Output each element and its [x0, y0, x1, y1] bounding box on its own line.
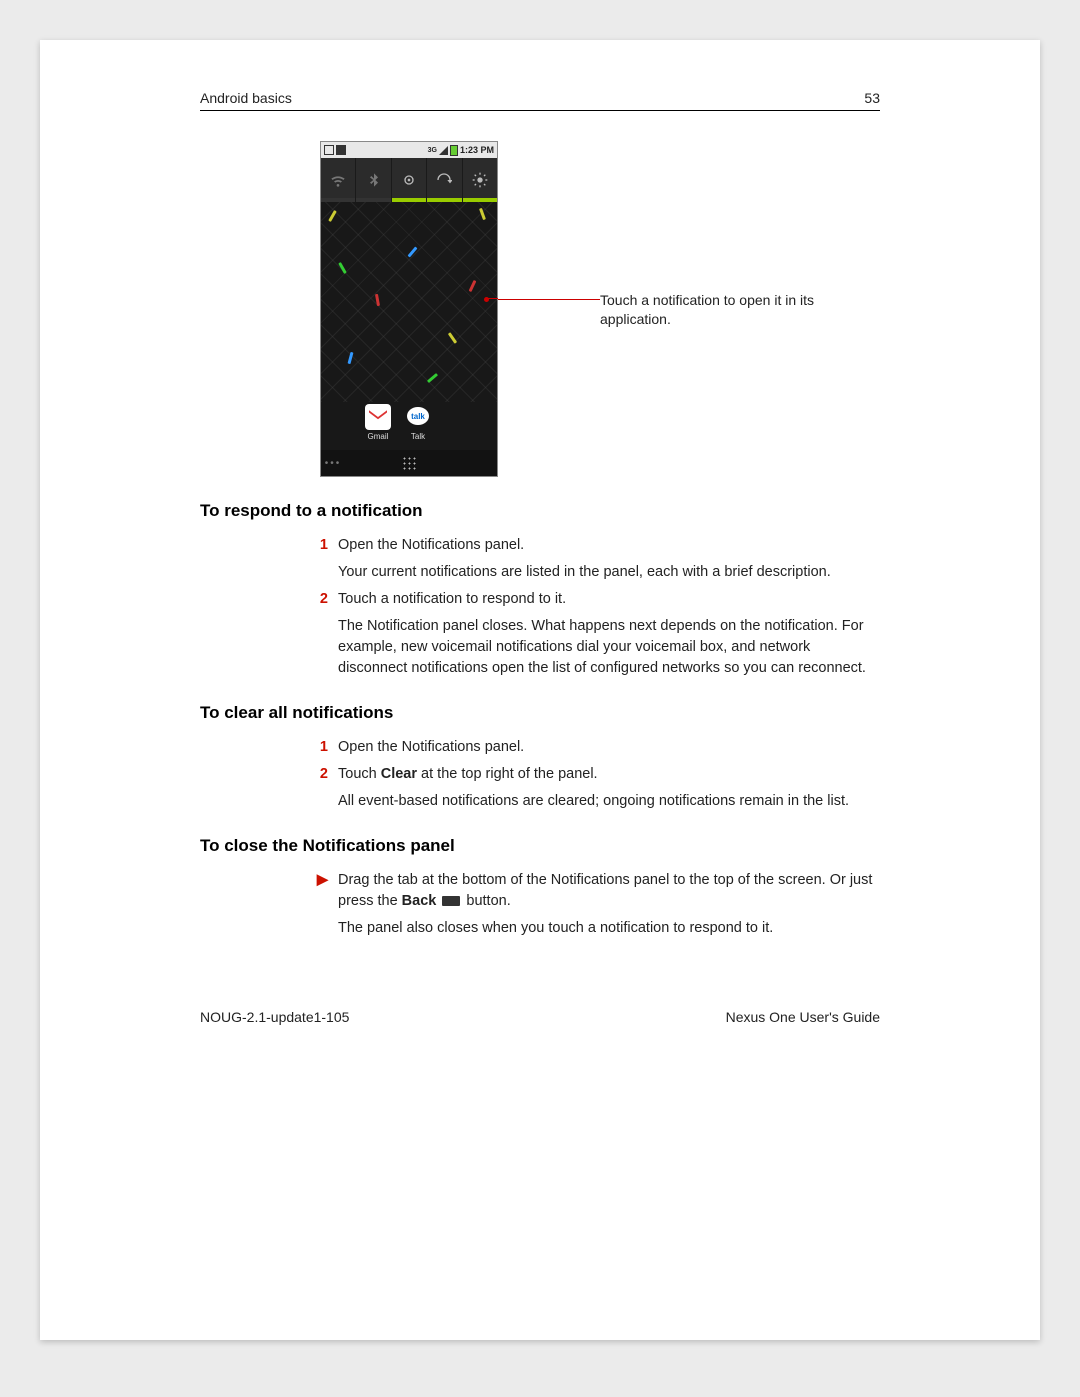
section-heading: To clear all notifications	[200, 703, 880, 723]
doc-id: NOUG-2.1-update1-105	[200, 1009, 349, 1025]
gps-icon	[401, 172, 417, 188]
step-sub: The panel also closes when you touch a n…	[338, 918, 880, 939]
page-header: Android basics 53	[200, 90, 880, 111]
step-text: Drag the tab at the bottom of the Notifi…	[338, 870, 880, 912]
wifi-icon	[330, 172, 346, 188]
gmail-label: Gmail	[363, 432, 393, 441]
sim-icon	[324, 145, 334, 155]
status-bar: 3G 1:23 PM	[321, 142, 497, 158]
gmail-app[interactable]: Gmail	[363, 404, 393, 441]
bluetooth-toggle[interactable]	[356, 158, 391, 202]
apps-grid-icon[interactable]	[401, 455, 417, 471]
step-text: Open the Notifications panel.	[338, 737, 880, 758]
step: 1 Open the Notifications panel. Your cur…	[306, 535, 880, 583]
callout-text: Touch a notification to open it in its a…	[600, 291, 860, 329]
document-page: Android basics 53 3G 1:23 PM	[40, 40, 1040, 1340]
step: 1 Open the Notifications panel.	[306, 737, 880, 758]
page-number: 53	[864, 90, 880, 106]
doc-title: Nexus One User's Guide	[726, 1009, 880, 1025]
brightness-toggle[interactable]	[463, 158, 497, 202]
callout-leader	[498, 299, 600, 300]
step-number: 1	[306, 535, 338, 583]
network-label: 3G	[428, 147, 437, 154]
step-text: Open the Notifications panel.	[338, 535, 880, 556]
home-row: Gmail talk Talk	[321, 402, 497, 450]
sync-toggle[interactable]	[427, 158, 462, 202]
section-heading: To respond to a notification	[200, 501, 880, 521]
step: 2 Touch a notification to respond to it.…	[306, 589, 880, 679]
step: ▶ Drag the tab at the bottom of the Noti…	[306, 870, 880, 939]
step-text: Touch Clear at the top right of the pane…	[338, 764, 880, 785]
wallpaper	[321, 202, 497, 402]
chapter-title: Android basics	[200, 90, 292, 106]
talk-label: Talk	[403, 432, 433, 441]
signal-icon	[439, 146, 448, 155]
step: 2 Touch Clear at the top right of the pa…	[306, 764, 880, 812]
step-text: Touch a notification to respond to it.	[338, 589, 880, 610]
back-button-icon	[442, 896, 460, 906]
step-number: 2	[306, 589, 338, 679]
figure: 3G 1:23 PM	[320, 141, 880, 477]
svg-text:talk: talk	[411, 412, 425, 421]
step-number: 1	[306, 737, 338, 758]
bullet: ▶	[306, 870, 338, 939]
page-footer: NOUG-2.1-update1-105 Nexus One User's Gu…	[200, 1009, 880, 1025]
gmail-icon	[369, 410, 387, 424]
page-content: 3G 1:23 PM	[200, 141, 880, 939]
clock: 1:23 PM	[460, 145, 494, 155]
dock: •••	[321, 450, 497, 476]
talk-icon: talk	[405, 406, 431, 428]
sync-icon	[436, 172, 452, 188]
bluetooth-icon	[366, 172, 382, 188]
phone-screenshot: 3G 1:23 PM	[320, 141, 498, 477]
talk-app[interactable]: talk Talk	[403, 404, 433, 441]
section-heading: To close the Notifications panel	[200, 836, 880, 856]
page-dots-left: •••	[325, 458, 342, 469]
power-widget	[321, 158, 497, 202]
battery-icon	[450, 145, 458, 156]
step-sub: All event-based notifications are cleare…	[338, 791, 880, 812]
wifi-toggle[interactable]	[321, 158, 356, 202]
step-sub: The Notification panel closes. What happ…	[338, 616, 880, 679]
step-number: 2	[306, 764, 338, 812]
gps-toggle[interactable]	[392, 158, 427, 202]
mail-icon	[336, 145, 346, 155]
step-sub: Your current notifications are listed in…	[338, 562, 880, 583]
brightness-icon	[472, 172, 488, 188]
